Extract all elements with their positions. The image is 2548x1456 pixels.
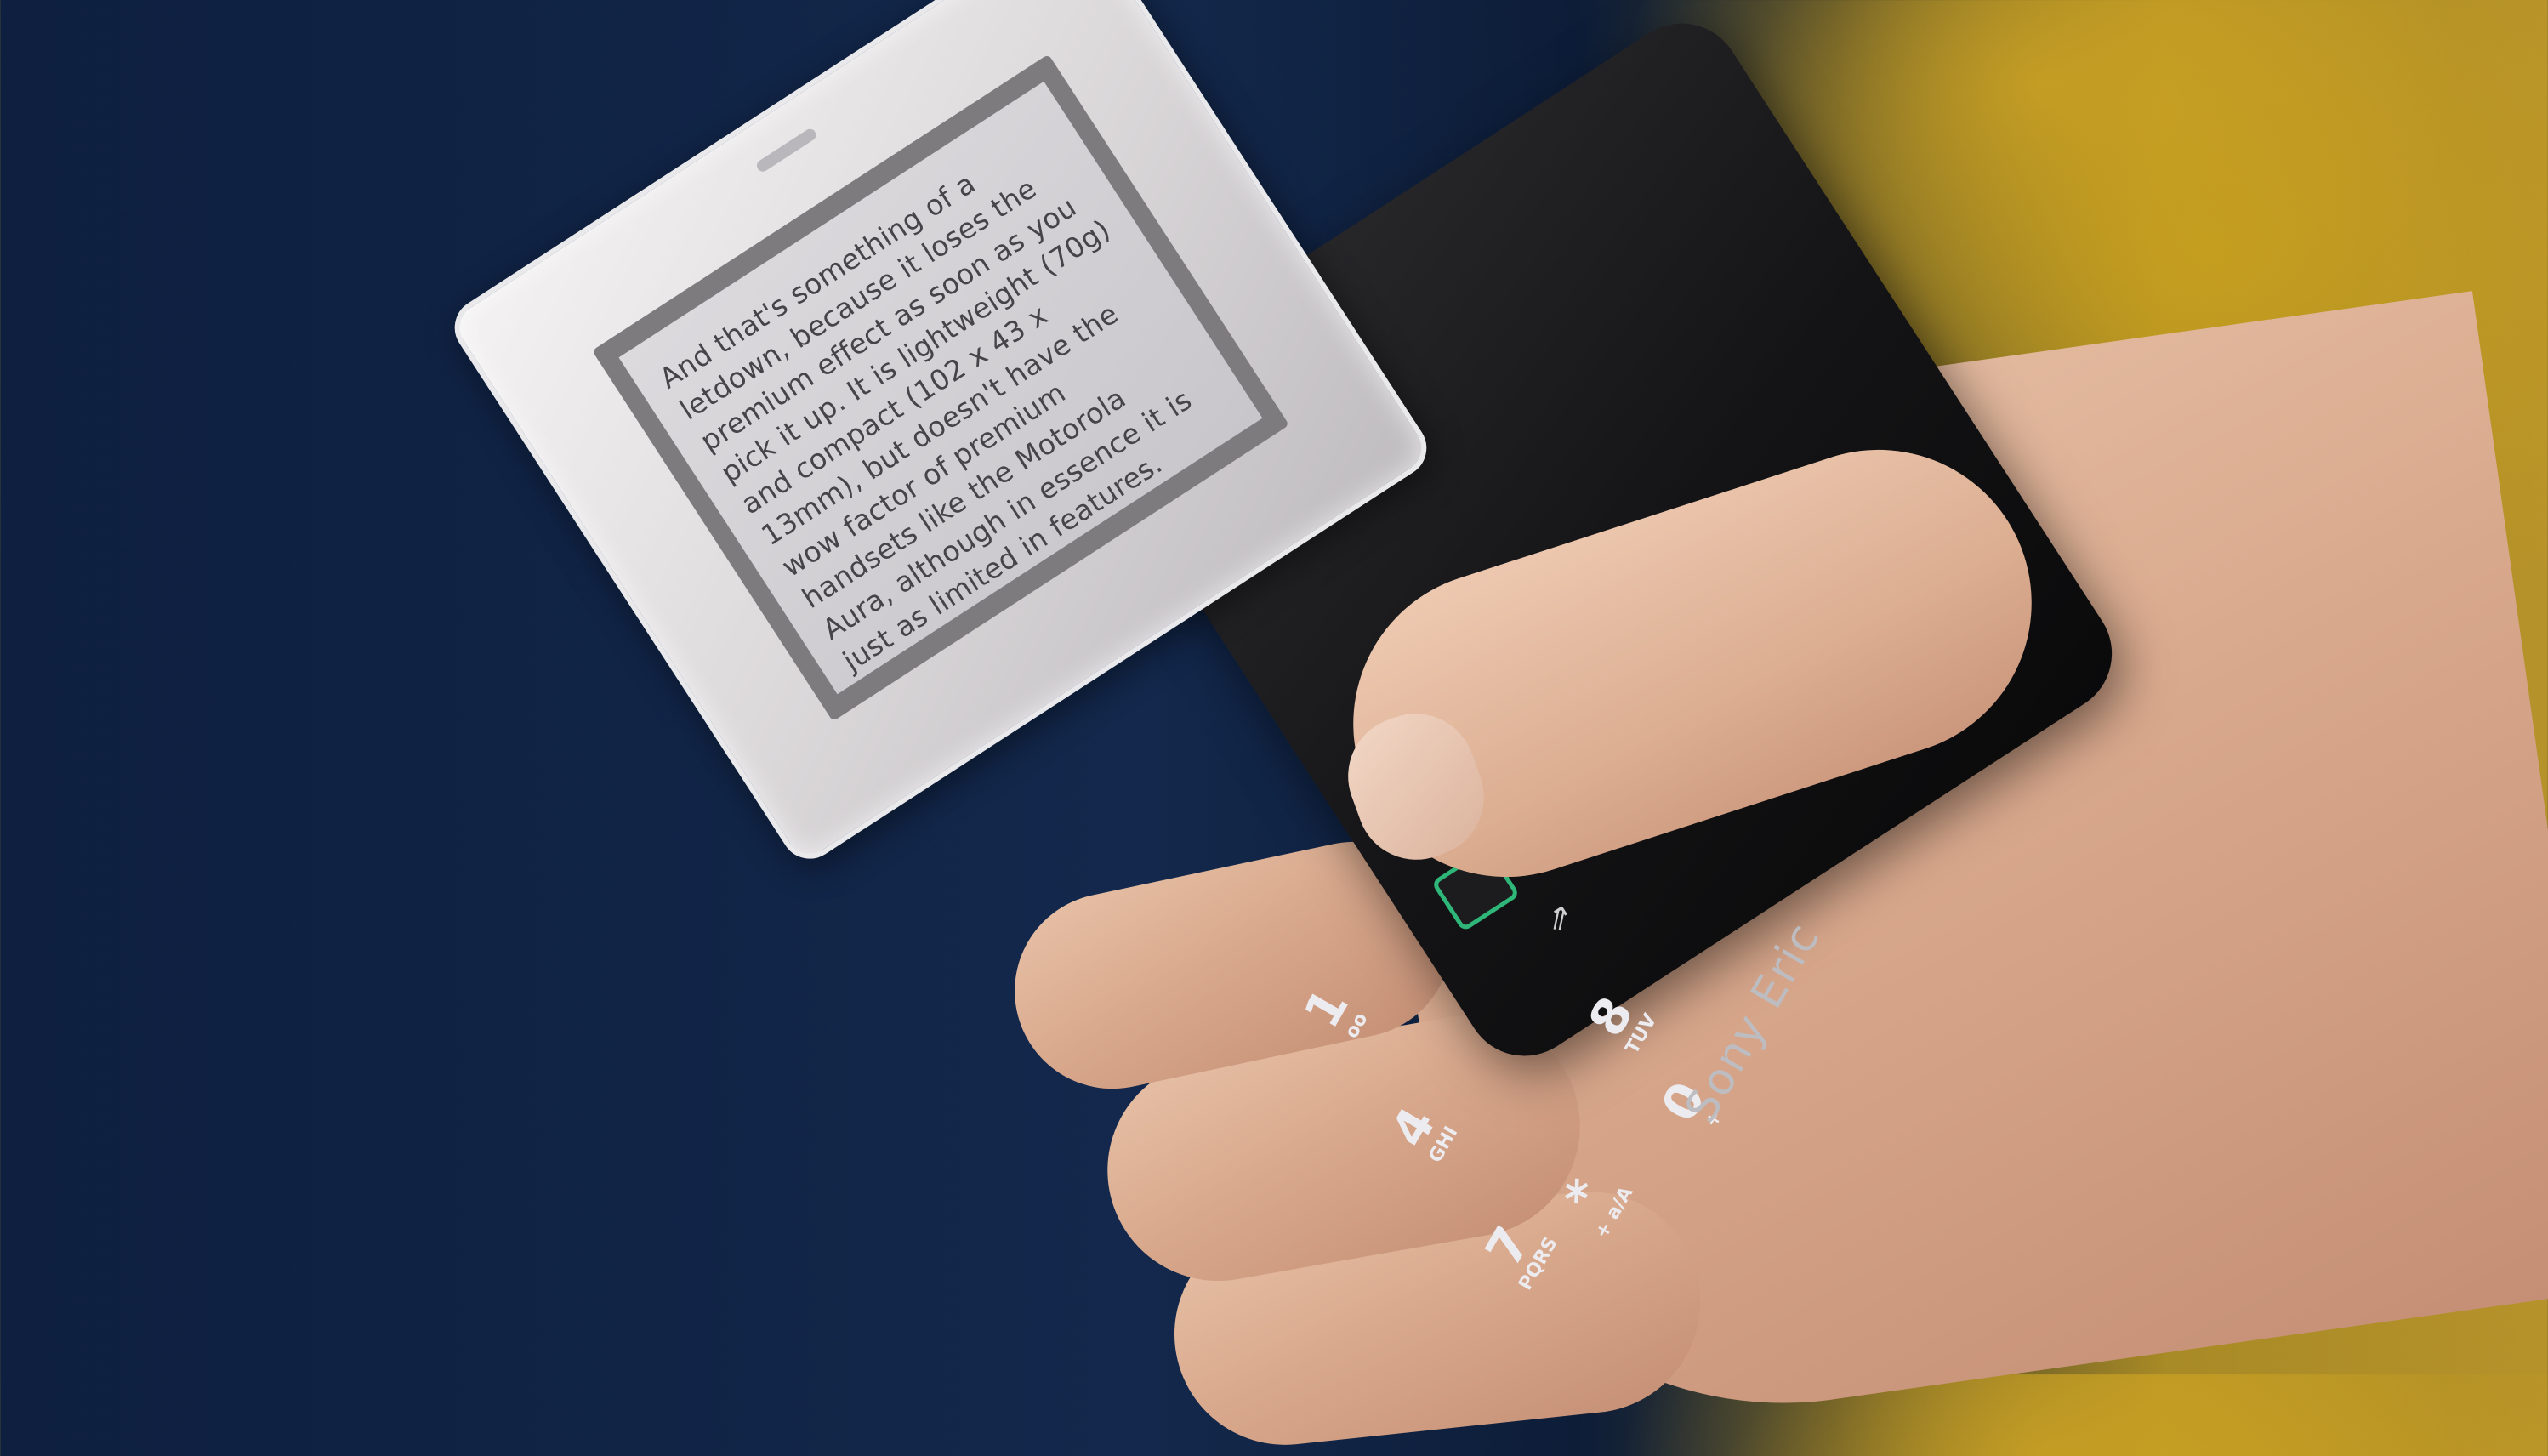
key-7[interactable]: 7 PQRS (1472, 1209, 1561, 1294)
key-1[interactable]: 1 oo (1293, 979, 1374, 1045)
screen-frame: And that's something of a letdown, becau… (592, 54, 1289, 722)
key-4[interactable]: 4 GHI (1379, 1098, 1462, 1167)
speaker-slot (754, 127, 818, 174)
key-8[interactable]: 8 TUV (1578, 986, 1662, 1058)
key-star[interactable]: * + a/A (1549, 1158, 1637, 1243)
photo-scene: And that's something of a letdown, becau… (0, 0, 2548, 1456)
phone-display: And that's something of a letdown, becau… (618, 81, 1263, 695)
article-text: And that's something of a letdown, becau… (653, 166, 1207, 695)
